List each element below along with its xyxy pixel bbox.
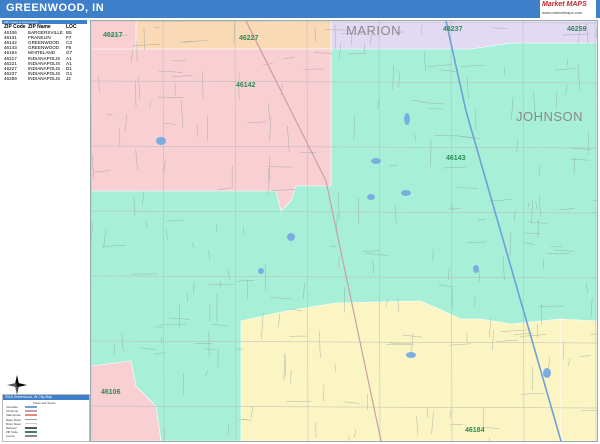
legend-swatch [25, 414, 37, 416]
lake [473, 265, 479, 273]
legend-swatch [25, 422, 37, 425]
zip-table-cell: J2 [66, 75, 71, 81]
legend-swatch [25, 435, 37, 437]
zip-label-46237: 46237 [443, 26, 463, 33]
legend-swatch [25, 406, 37, 408]
legend-title: 2016 Greenwood, IN City Map [5, 395, 53, 399]
zip-label-46143: 46143 [446, 155, 466, 162]
lake [401, 190, 411, 196]
county-label-johnson: JOHNSON [516, 109, 584, 124]
lake [367, 194, 375, 200]
zip-label-46259: 46259 [567, 26, 587, 33]
zip-area-46142 [91, 48, 332, 212]
zip-label-46106: 46106 [101, 389, 121, 396]
zip-area-46217 [135, 21, 332, 50]
zip-table-cell: INDIANAPOLIS [28, 75, 61, 81]
lake [258, 268, 264, 274]
title-bar: GREENWOOD, IN Market MAPS www.marketmaps… [0, 0, 600, 18]
zip-label-46227: 46227 [239, 35, 259, 42]
zip-code-table: ZIP Codes in Greenwood ZIP Code ZIP Name… [2, 20, 87, 82]
legend-subtitle: Cities and Towns [33, 401, 56, 405]
zip-area-46184-east [560, 318, 597, 441]
zip-table-cell: 46259 [4, 75, 17, 81]
legend-swatch [25, 431, 37, 433]
logo-brand: Market MAPS [542, 1, 587, 8]
zip-label-46184: 46184 [465, 427, 485, 434]
county-label-marion: MARION [346, 23, 401, 38]
lake [406, 352, 416, 358]
lake [543, 368, 551, 378]
lake [404, 113, 410, 125]
legend-swatch [25, 418, 37, 421]
compass-rose-icon [7, 375, 27, 395]
map-legend: 2016 Greenwood, IN City Map Cities and T… [2, 394, 90, 442]
legend-item: County [6, 434, 15, 439]
map-frame[interactable]: MARION JOHNSON 46217 46227 46237 46259 4… [90, 20, 598, 442]
map-title: GREENWOOD, IN [6, 2, 105, 14]
lake [371, 158, 381, 164]
map-canvas[interactable] [91, 21, 597, 441]
market-maps-logo: Market MAPS www.marketmaps.com [540, 0, 596, 18]
lake [156, 137, 166, 145]
lake [287, 233, 295, 241]
legend-swatch [25, 410, 37, 412]
logo-sub: www.marketmaps.com [542, 10, 583, 15]
legend-swatch [25, 427, 37, 429]
zip-label-46142: 46142 [236, 82, 256, 89]
zip-label-46217: 46217 [103, 32, 123, 39]
legend-title-bar: 2016 Greenwood, IN City Map [3, 395, 89, 400]
